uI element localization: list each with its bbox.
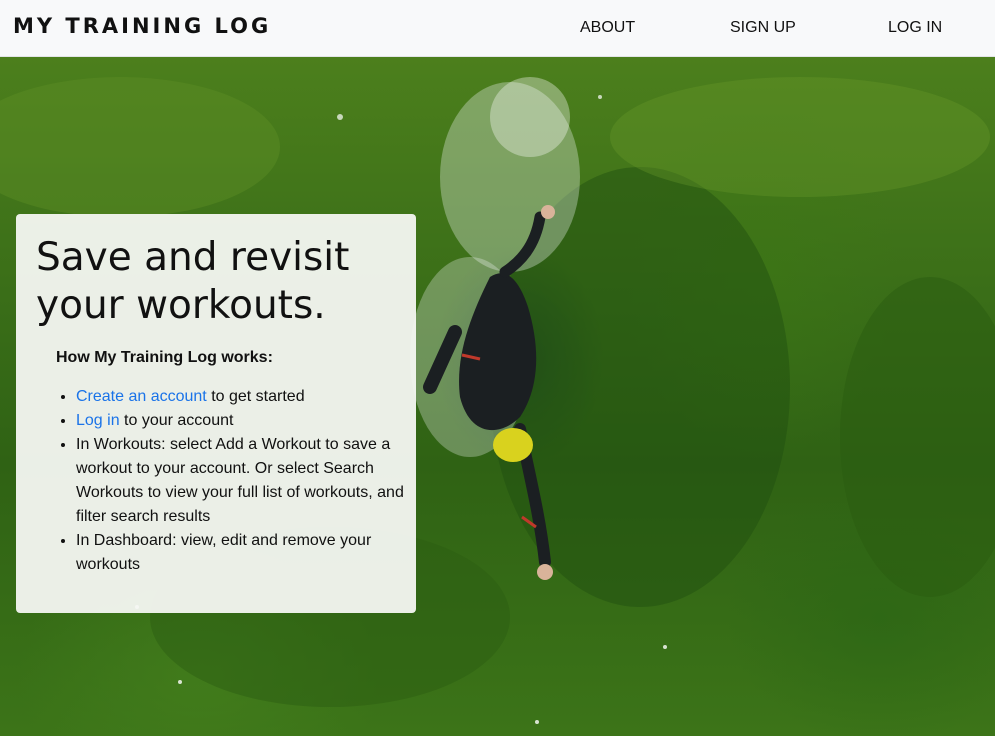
brand-logo[interactable]: MY TRAINING LOG — [13, 14, 271, 38]
top-navbar: MY TRAINING LOG ABOUT SIGN UP LOG IN — [0, 0, 995, 57]
list-item-text: to get started — [206, 388, 305, 405]
nav-link-about[interactable]: ABOUT — [580, 19, 635, 37]
list-item-text: to your account — [119, 412, 234, 429]
how-it-works-list: Create an account to get started Log in … — [56, 385, 416, 577]
hero-title: Save and revisit your workouts. — [36, 235, 350, 328]
list-item: Log in to your account — [76, 409, 416, 433]
create-account-link[interactable]: Create an account — [76, 388, 207, 405]
list-item: In Dashboard: view, edit and remove your… — [76, 529, 416, 577]
list-item: In Workouts: select Add a Workout to sav… — [76, 433, 416, 529]
list-item-text: In Dashboard: view, edit and remove your… — [76, 532, 372, 573]
log-in-link[interactable]: Log in — [76, 412, 120, 429]
nav-link-log-in[interactable]: LOG IN — [888, 19, 942, 37]
how-it-works-heading: How My Training Log works: — [56, 349, 273, 366]
list-item-text: In Workouts: select Add a Workout to sav… — [76, 436, 404, 525]
info-card: Save and revisit your workouts. How My T… — [16, 214, 416, 613]
nav-link-sign-up[interactable]: SIGN UP — [730, 19, 796, 37]
list-item: Create an account to get started — [76, 385, 416, 409]
hero-section: Save and revisit your workouts. How My T… — [0, 57, 995, 736]
